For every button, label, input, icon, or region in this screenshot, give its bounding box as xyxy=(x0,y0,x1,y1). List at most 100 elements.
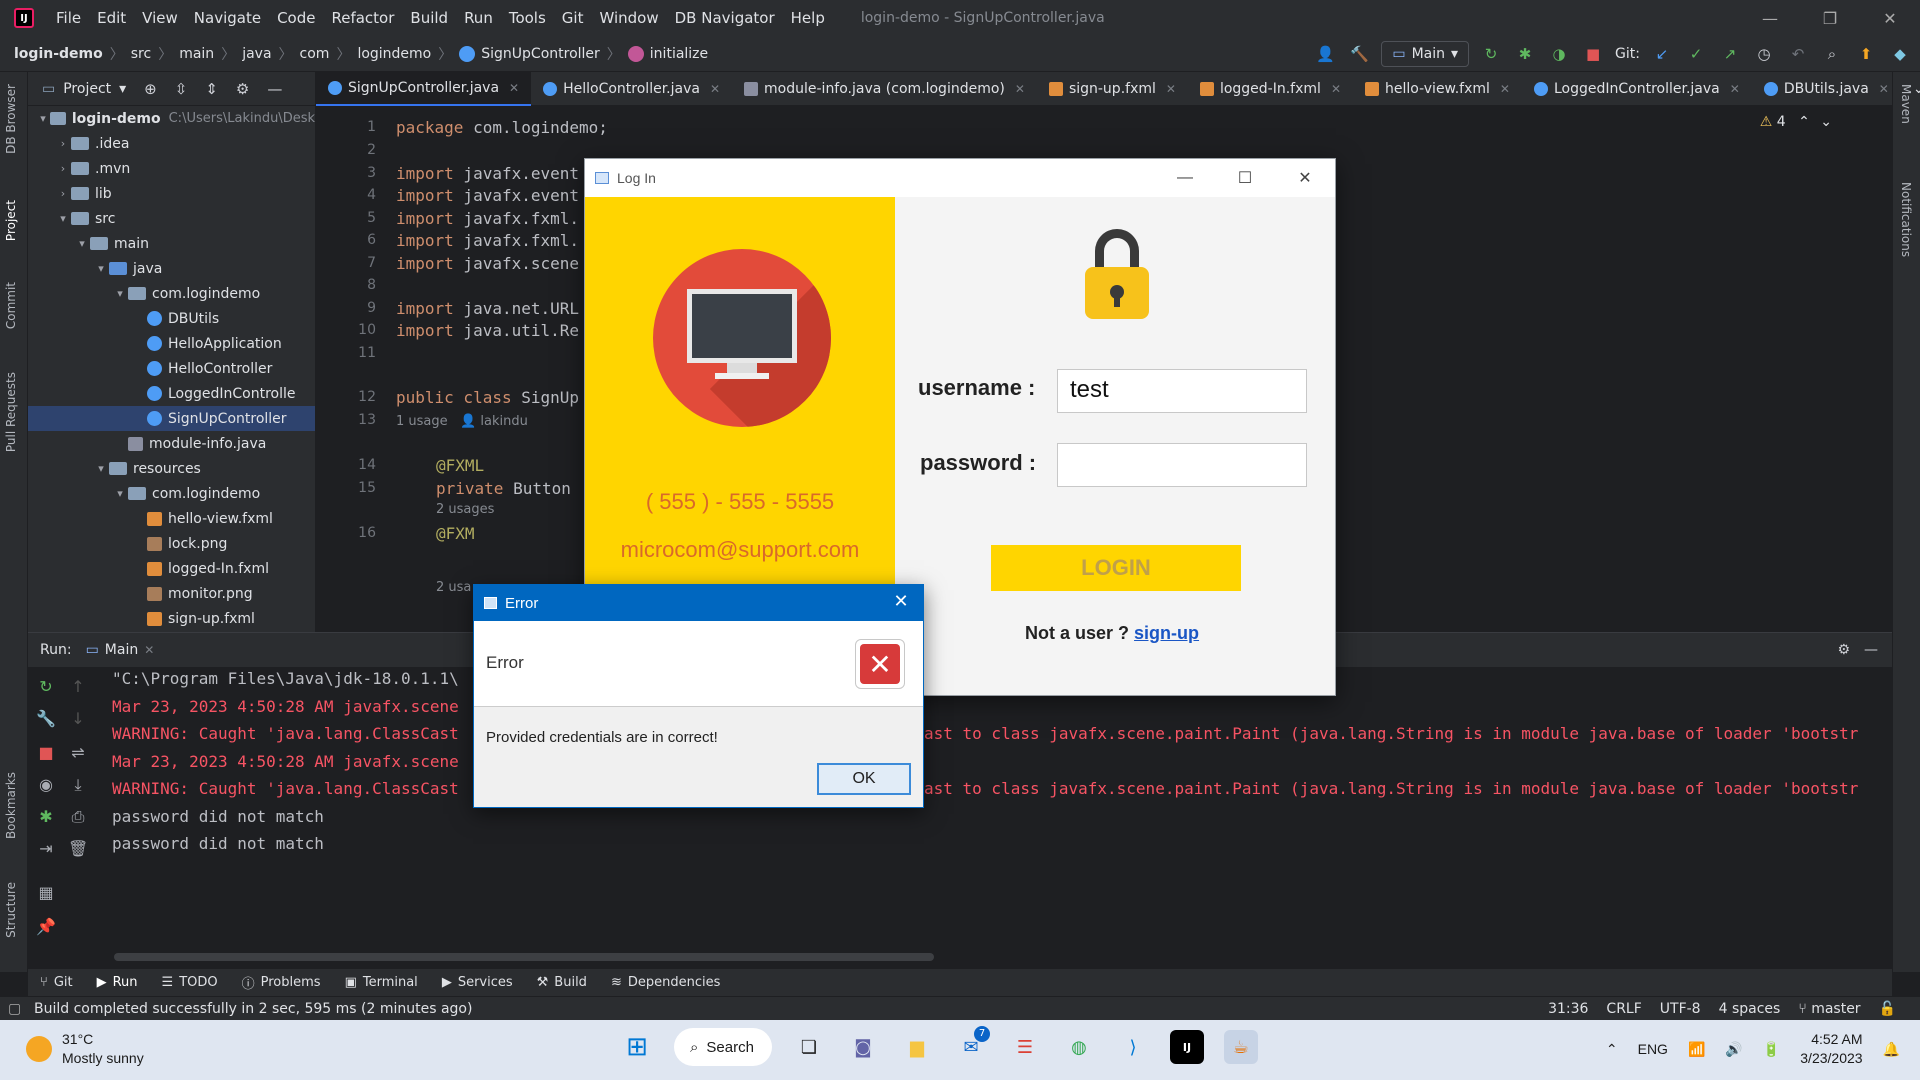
menu-help[interactable]: Help xyxy=(783,9,833,27)
tree-item[interactable]: HelloController xyxy=(28,356,315,381)
camera-icon[interactable]: ◉ xyxy=(36,775,56,795)
chevron-icon[interactable]: ▾ xyxy=(93,262,109,275)
chevron-up-icon[interactable]: ⌃ xyxy=(1606,1041,1618,1058)
tool-tab-build[interactable]: ⚒ Build xyxy=(537,975,587,990)
crumb-com[interactable]: com xyxy=(300,46,330,62)
line-separator[interactable]: CRLF xyxy=(1606,1001,1641,1017)
chevron-icon[interactable]: ▾ xyxy=(112,487,128,500)
file-encoding[interactable]: UTF-8 xyxy=(1660,1001,1701,1017)
caret-position[interactable]: 31:36 xyxy=(1548,1001,1588,1017)
jetbrains-ai-icon[interactable]: ◆ xyxy=(1888,42,1912,66)
project-panel-title[interactable]: Project xyxy=(63,81,111,97)
build-hammer-icon[interactable]: 🔨 xyxy=(1347,42,1371,66)
menu-build[interactable]: Build xyxy=(402,9,456,27)
hide-icon[interactable]: — xyxy=(267,80,282,98)
tree-item[interactable]: module-info.java xyxy=(28,431,315,456)
history-icon[interactable]: ◷ xyxy=(1752,42,1776,66)
ok-button[interactable]: OK xyxy=(817,763,911,795)
status-message[interactable]: Build completed successfully in 2 sec, 5… xyxy=(34,1001,472,1017)
taskbar-search[interactable]: ⌕ Search xyxy=(674,1028,772,1066)
todoist-icon[interactable]: ☰ xyxy=(1008,1030,1042,1064)
pin-icon[interactable]: 📌 xyxy=(36,917,56,937)
locate-icon[interactable]: ⊕ xyxy=(144,80,157,98)
structure-tab[interactable]: Structure xyxy=(4,882,18,938)
user-icon[interactable]: 👤 xyxy=(1313,42,1337,66)
battery-icon[interactable]: 🔋 xyxy=(1763,1041,1780,1058)
close-tab-icon[interactable]: ✕ xyxy=(710,82,720,96)
tree-item[interactable]: ▾ com.logindemo xyxy=(28,481,315,506)
commit-tab[interactable]: Commit xyxy=(4,282,18,329)
editor-tab[interactable]: DBUtils.java ✕ xyxy=(1752,72,1901,106)
tree-item[interactable]: monitor.png xyxy=(28,581,315,606)
scroll-to-end-icon[interactable]: ⤓ xyxy=(68,775,88,795)
close-tab-icon[interactable]: ✕ xyxy=(1500,82,1510,96)
notifications-tab[interactable]: Notifications xyxy=(1899,182,1913,257)
teams-chat-icon[interactable]: ◙ xyxy=(846,1030,880,1064)
tree-item[interactable]: DBUtils xyxy=(28,306,315,331)
run-tab-main[interactable]: ▭ Main ✕ xyxy=(86,642,155,658)
rerun-icon[interactable]: ↻ xyxy=(1479,42,1503,66)
tree-item[interactable]: ▾ login-demo C:\Users\Lakindu\Desk xyxy=(28,106,315,131)
crumb-main[interactable]: main xyxy=(179,46,214,62)
chevron-down-icon[interactable]: ▾ xyxy=(119,81,126,97)
tree-item[interactable]: › lib xyxy=(28,181,315,206)
tree-item[interactable]: ▾ com.logindemo xyxy=(28,281,315,306)
tool-tab-terminal[interactable]: ▣ Terminal xyxy=(345,975,418,990)
signup-link[interactable]: sign-up xyxy=(1134,623,1199,643)
menu-git[interactable]: Git xyxy=(554,9,592,27)
menu-tools[interactable]: Tools xyxy=(501,9,554,27)
search-icon[interactable]: ⌕ xyxy=(1820,42,1844,66)
wifi-icon[interactable]: 📶 xyxy=(1688,1041,1705,1058)
tool-tab-git[interactable]: ⑂ Git xyxy=(40,975,73,990)
lock-icon[interactable]: 🔓 xyxy=(1879,1001,1896,1017)
chevron-icon[interactable]: › xyxy=(55,187,71,200)
menu-view[interactable]: View xyxy=(134,9,186,27)
intellij-icon[interactable]: IJ xyxy=(1170,1030,1204,1064)
tree-item[interactable]: hello-view.fxml xyxy=(28,506,315,531)
run-config-selector[interactable]: ▭ Main ▾ xyxy=(1381,41,1470,67)
username-field[interactable]: test xyxy=(1057,369,1307,413)
editor-tab[interactable]: LoggedInController.java ✕ xyxy=(1522,72,1752,106)
project-tab[interactable]: Project xyxy=(4,200,18,241)
vscode-icon[interactable]: ⟩ xyxy=(1116,1030,1150,1064)
chevron-icon[interactable]: ▾ xyxy=(112,287,128,300)
menu-edit[interactable]: Edit xyxy=(89,9,134,27)
menu-window[interactable]: Window xyxy=(591,9,666,27)
git-commit-icon[interactable]: ✓ xyxy=(1684,42,1708,66)
editor-tab[interactable]: SignUpController.java ✕ xyxy=(316,71,532,106)
close-tab-icon[interactable]: ✕ xyxy=(144,643,154,657)
tree-item[interactable]: lock.png xyxy=(28,531,315,556)
restore-icon[interactable]: ❐ xyxy=(1800,0,1860,36)
chevron-icon[interactable]: ▾ xyxy=(55,212,71,225)
crumb-src[interactable]: src xyxy=(131,46,151,62)
crumb-class[interactable]: SignUpController xyxy=(481,46,600,62)
soft-wrap-icon[interactable]: ⇌ xyxy=(68,743,88,763)
volume-icon[interactable]: 🔊 xyxy=(1725,1041,1742,1058)
chevron-up-icon[interactable]: ⌃ xyxy=(1798,114,1810,130)
tree-item[interactable]: ▾ java xyxy=(28,256,315,281)
login-button[interactable]: LOGIN xyxy=(991,545,1241,591)
layout-icon[interactable]: ▦ xyxy=(36,883,56,903)
inspection-widget[interactable]: ⚠ 4 ⌃ ⌄ xyxy=(1760,114,1832,130)
crumb-project[interactable]: login-demo xyxy=(14,46,103,62)
usage-hint[interactable]: 2 usages xyxy=(436,502,494,517)
java-icon[interactable]: ☕ xyxy=(1224,1030,1258,1064)
close-tab-icon[interactable]: ✕ xyxy=(509,81,519,95)
tree-item[interactable]: SignUpController xyxy=(28,406,315,431)
rerun-icon[interactable]: ↻ xyxy=(36,677,56,697)
stop-icon[interactable]: ■ xyxy=(36,743,56,763)
menu-code[interactable]: Code xyxy=(269,9,323,27)
menu-refactor[interactable]: Refactor xyxy=(323,9,402,27)
chevron-icon[interactable]: ▾ xyxy=(36,112,50,125)
tool-tab-services[interactable]: ▶ Services xyxy=(442,975,513,990)
expand-all-icon[interactable]: ⇳ xyxy=(175,80,188,98)
chevron-icon[interactable]: › xyxy=(55,162,71,175)
indent-setting[interactable]: 4 spaces xyxy=(1719,1001,1781,1017)
minimize-icon[interactable]: — xyxy=(1155,159,1215,197)
db-browser-tab[interactable]: DB Browser xyxy=(4,84,18,154)
tree-item[interactable]: › .mvn xyxy=(28,156,315,181)
mail-icon[interactable]: ✉ 7 xyxy=(954,1026,990,1064)
tool-tab-problems[interactable]: ⓘ Problems xyxy=(242,973,321,992)
up-arrow-icon[interactable]: ↑ xyxy=(68,677,88,697)
debug-icon[interactable]: ✱ xyxy=(36,807,56,827)
